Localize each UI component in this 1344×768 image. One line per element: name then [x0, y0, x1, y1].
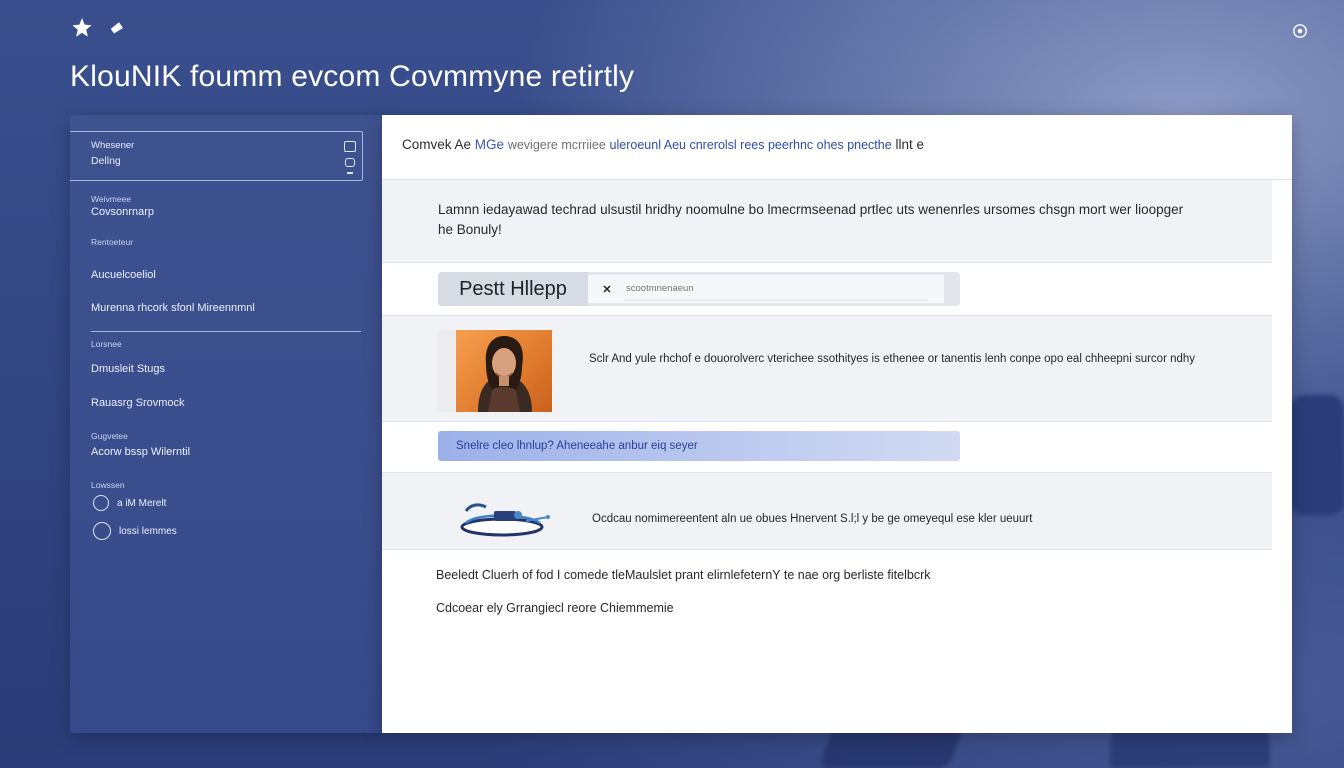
sidebar-search-value: Dellng [91, 155, 121, 167]
sidebar-section-heading: Lowssen [91, 480, 125, 490]
header-suffix: llnt e [895, 137, 924, 152]
user-circle-icon [93, 522, 111, 540]
user-circle-icon [93, 495, 109, 511]
sidebar-section-heading: Rentoeteur [91, 237, 134, 247]
window-icon[interactable] [344, 141, 356, 152]
sidebar-divider [91, 331, 361, 332]
close-icon[interactable]: ✕ [600, 282, 614, 296]
sidebar-item-dmusleit-stugs[interactable]: Dmusleit Stugs [91, 363, 165, 375]
feature-row: Ocdcau nomimereentent aln ue obues Hnerv… [382, 473, 1272, 550]
help-row: Pestt Hllepp ✕ [382, 263, 1272, 316]
sidebar-item-covsonrnarp[interactable]: Covsonrnarp [91, 206, 154, 218]
sidebar-section-heading: Lorsnee [91, 339, 122, 349]
sidebar-search-label: Whesener [91, 140, 135, 151]
sidebar-footer-item[interactable]: a iM Merelt [93, 495, 166, 511]
minus-icon [347, 172, 353, 174]
banner-row: Snelre cleo lhnlup? Aheneeahe anbur eiq … [382, 422, 1272, 473]
help-banner[interactable]: Snelre cleo lhnlup? Aheneeahe anbur eiq … [438, 431, 960, 461]
help-input-wrapper: ✕ [588, 275, 944, 303]
sidebar-footer-label: a iM Merelt [117, 497, 167, 509]
settings-circle-icon[interactable] [1292, 23, 1308, 39]
sidebar-item-murenna[interactable]: Murenna rhcork sfonl Mireennmnl [91, 302, 255, 314]
sidebar-item-aucuelcoeliol[interactable]: Aucuelcoeliol [91, 269, 156, 281]
help-search-input[interactable] [624, 277, 928, 301]
sidebar-section-heading: Gugvetee [91, 431, 128, 441]
background-shape [1290, 395, 1344, 515]
feature-text: Ocdcau nomimereentent aln ue obues Hnerv… [592, 513, 1033, 525]
star-icon[interactable] [70, 16, 94, 40]
avatar[interactable] [456, 330, 552, 412]
sidebar: Whesener Dellng Weivmeee Covsonrnarp Ren… [70, 115, 382, 733]
page-title: KlouNIK foumm evcom Covmmyne retirtly [70, 60, 635, 93]
intro-row: Lamnn iedayawad techrad ulsustil hridhy … [382, 180, 1272, 263]
sidebar-footer-item[interactable]: lossi lemmes [93, 522, 177, 540]
sidebar-item-rauasrg-srovmock[interactable]: Rauasrg Srovmock [91, 397, 185, 409]
intro-text: Lamnn iedayawad techrad ulsustil hridhy … [438, 202, 1184, 237]
boat-icon [456, 493, 552, 548]
header-highlight[interactable]: uleroeunl Aeu cnrerolsl rees peerhnc ohe… [610, 138, 892, 152]
main-panel: Comvek Ae MGe wevigere mcrriiee uleroeun… [382, 115, 1292, 733]
sidebar-search-box[interactable]: Whesener Dellng [70, 131, 363, 181]
header-text: Comvek Ae MGe wevigere mcrriiee uleroeun… [402, 137, 924, 152]
post-row: Sclr And yule rhchof e douorolverc vteri… [382, 316, 1272, 422]
footer-line: Beeledt Cluerh of fod I comede tleMaulsl… [436, 568, 931, 582]
header-link[interactable]: MGe [475, 137, 504, 152]
chat-icon[interactable] [345, 158, 355, 167]
top-icon-group [70, 16, 126, 40]
header-middle: wevigere mcrriiee [507, 138, 606, 152]
header-prefix: Comvek Ae [402, 137, 472, 152]
sidebar-section-heading: Weivmeee [91, 194, 131, 204]
post-text: Sclr And yule rhchof e douorolverc vteri… [589, 353, 1196, 365]
sidebar-footer-label: lossi lemmes [119, 525, 177, 537]
main-header: Comvek Ae MGe wevigere mcrriiee uleroeun… [382, 115, 1292, 180]
post-help-button[interactable]: Pestt Hllepp [438, 272, 588, 306]
footer-line: Cdcoear ely Grrangiecl reore Chiemmemie [436, 601, 674, 615]
sidebar-item-acorw[interactable]: Acorw bssp Wilerntil [91, 446, 190, 458]
tag-icon[interactable] [108, 19, 126, 37]
help-bar: Pestt Hllepp ✕ [438, 272, 960, 306]
